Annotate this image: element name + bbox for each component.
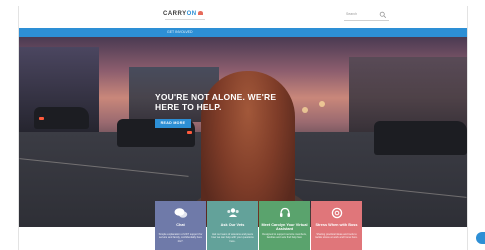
headset-icon xyxy=(280,207,290,217)
chat-bubbles-icon xyxy=(174,208,188,218)
feature-cards: Chat Simple explanation of 24/7 support … xyxy=(155,201,401,250)
main-nav: GET INVOLVED xyxy=(19,28,467,37)
hero-headline-line-2: HERE TO HELP. xyxy=(155,102,222,112)
search-icon[interactable] xyxy=(379,11,387,19)
hero-banner: YOU'RE NOT ALONE. WE'RE HERE TO HELP. RE… xyxy=(19,37,467,227)
card-description: Designed to support service members, fam… xyxy=(262,233,307,240)
car-taillight xyxy=(187,131,192,134)
nav-item-get-involved[interactable]: GET INVOLVED xyxy=(167,30,193,34)
card-title: Meet Carolyn Your Virtual Assistant xyxy=(261,223,308,232)
card-description: Simple explanation of 24/7 support for s… xyxy=(158,233,203,243)
search-input[interactable]: Search xyxy=(344,11,389,21)
read-more-button[interactable]: READ MORE xyxy=(155,119,191,128)
card-ask-our-vets[interactable]: Ask Our Vets Ask our team of veterans an… xyxy=(207,201,258,250)
site-logo[interactable]: CARRYON xyxy=(163,11,203,17)
street-light-glow xyxy=(319,101,325,107)
people-icon xyxy=(227,208,239,217)
logo-heart-icon xyxy=(197,11,203,16)
card-title: Ask Our Vets xyxy=(220,223,245,227)
card-description: Ask our team of veterans and peers how w… xyxy=(211,233,254,243)
browser-page: CARRYON Search GET INVOLVED YOU'RE NOT A… xyxy=(18,6,468,250)
car-taillight xyxy=(39,117,44,120)
card-stress[interactable]: Stress When with Boss Sharing practical … xyxy=(311,201,362,250)
card-description: Sharing practical ideas and tools to tac… xyxy=(315,233,358,240)
hero-car xyxy=(374,121,467,155)
card-chat[interactable]: Chat Simple explanation of 24/7 support … xyxy=(155,201,206,250)
logo-tagline-divider xyxy=(165,19,205,20)
hero-headline: YOU'RE NOT ALONE. WE'RE HERE TO HELP. xyxy=(155,92,276,112)
hero-headline-line-1: YOU'RE NOT ALONE. WE'RE xyxy=(155,92,277,102)
site-header: CARRYON Search xyxy=(19,6,467,28)
card-title: Stress When with Boss xyxy=(315,223,358,227)
help-chat-icon[interactable] xyxy=(476,232,485,244)
search-placeholder: Search xyxy=(346,12,358,16)
lifebuoy-icon xyxy=(331,207,343,219)
card-title: Chat xyxy=(176,223,185,227)
card-virtual-assistant[interactable]: Meet Carolyn Your Virtual Assistant Desi… xyxy=(259,201,310,250)
street-light-glow xyxy=(302,107,308,113)
logo-text-accent: ON xyxy=(186,11,197,17)
logo-text-main: CARRY xyxy=(163,11,187,17)
